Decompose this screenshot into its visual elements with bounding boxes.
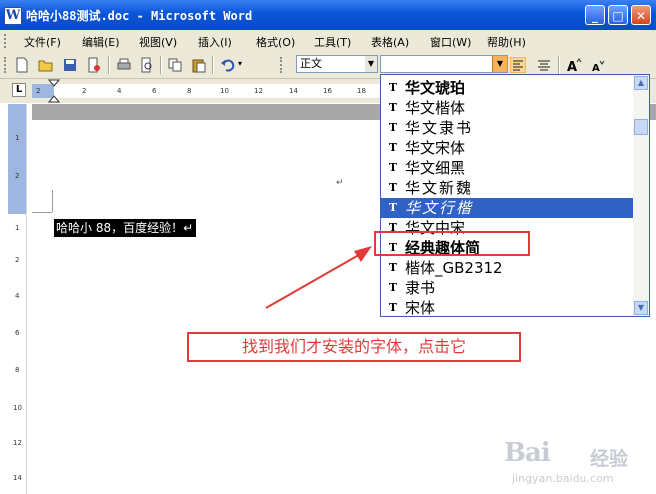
- close-button[interactable]: ✕: [631, 5, 651, 25]
- paragraph-mark: ↵: [336, 178, 344, 188]
- menu-table[interactable]: 表格(A): [371, 34, 409, 50]
- font-list-scrollbar[interactable]: ▲ ▼: [633, 75, 649, 316]
- truetype-icon: T: [388, 101, 398, 114]
- scroll-thumb[interactable]: [634, 119, 648, 135]
- vruler-tick: 14: [13, 474, 22, 482]
- copy-icon[interactable]: [167, 57, 183, 73]
- vruler-tick: 10: [13, 404, 22, 412]
- watermark-brand: Bai: [504, 438, 551, 468]
- truetype-icon: T: [388, 121, 398, 134]
- truetype-icon: T: [388, 161, 398, 174]
- baidu-watermark: Bai 经验 jingyan.baidu.com: [498, 438, 656, 494]
- permission-icon[interactable]: [86, 57, 102, 73]
- truetype-icon: T: [388, 141, 398, 154]
- print-icon[interactable]: [116, 57, 132, 73]
- font-item-huawen-songti[interactable]: T 华文宋体: [381, 138, 633, 158]
- font-item-lishu[interactable]: T 隶书: [381, 278, 633, 298]
- new-document-icon[interactable]: [14, 57, 30, 73]
- font-combo-arrow-icon[interactable]: ▼: [492, 56, 507, 72]
- svg-text:A: A: [567, 60, 577, 73]
- hruler-tick: 10: [220, 87, 229, 95]
- truetype-icon: T: [388, 201, 398, 214]
- hruler-tick: 12: [254, 87, 263, 95]
- vruler-tick: 2: [15, 172, 20, 180]
- hruler-tick: 8: [187, 87, 192, 95]
- style-combo-arrow-icon[interactable]: ▼: [365, 56, 377, 72]
- menu-format[interactable]: 格式(O): [256, 34, 295, 50]
- paste-icon[interactable]: [191, 57, 207, 73]
- scroll-up-icon[interactable]: ▲: [634, 76, 648, 90]
- align-center-icon[interactable]: [536, 57, 552, 73]
- svg-text:A: A: [592, 63, 600, 73]
- grow-font-icon[interactable]: A: [566, 57, 582, 73]
- truetype-icon: T: [388, 181, 398, 194]
- hruler-tick: 2: [82, 87, 87, 95]
- word-app-icon[interactable]: W: [4, 7, 22, 25]
- menu-edit[interactable]: 编辑(E): [82, 34, 120, 50]
- hruler-tick: 6: [152, 87, 157, 95]
- style-combo[interactable]: 正文 ▼: [296, 55, 378, 73]
- menu-file[interactable]: 文件(F): [24, 34, 61, 50]
- toolbar-grip[interactable]: [4, 57, 8, 73]
- window-title: 哈哈小88测试.doc - Microsoft Word: [26, 9, 253, 23]
- truetype-icon: T: [388, 301, 398, 314]
- font-item-huawen-xihei[interactable]: T 华文细黑: [381, 158, 633, 178]
- font-combo[interactable]: ▼: [380, 55, 508, 73]
- font-item-huawen-lishu[interactable]: T 华文隶书: [381, 118, 633, 138]
- font-item-huawen-kaiti[interactable]: T 华文楷体: [381, 98, 633, 118]
- menu-window[interactable]: 窗口(W): [430, 34, 471, 50]
- truetype-icon: T: [388, 281, 398, 294]
- maximize-button[interactable]: □: [608, 5, 628, 25]
- title-bar: W 哈哈小88测试.doc - Microsoft Word _ □ ✕: [0, 0, 656, 30]
- save-icon[interactable]: [62, 57, 78, 73]
- print-preview-icon[interactable]: [139, 57, 155, 73]
- menubar-grip[interactable]: [4, 34, 9, 48]
- truetype-icon: T: [388, 261, 398, 274]
- open-folder-icon[interactable]: [38, 57, 54, 73]
- menu-help[interactable]: 帮助(H): [487, 34, 526, 50]
- vruler-tick: 2: [15, 256, 20, 264]
- truetype-icon: T: [388, 81, 398, 94]
- font-item-huawen-hupo[interactable]: T 华文琥珀: [381, 78, 633, 98]
- font-dropdown-list[interactable]: T 华文琥珀 T 华文楷体 T 华文隶书 T 华文宋体 T 华文细黑 T 华文新魏 T 华文行…: [380, 74, 650, 317]
- undo-icon[interactable]: [220, 57, 236, 73]
- hruler-tick: 14: [289, 87, 298, 95]
- indent-marker-icon[interactable]: [48, 79, 60, 103]
- watermark-jingyan: 经验: [590, 448, 629, 470]
- horizontal-ruler[interactable]: 2 2 4 6 8 10 12 14 16 18: [32, 79, 382, 103]
- highlight-box: [374, 231, 530, 256]
- format-toolbar-grip[interactable]: [280, 57, 284, 73]
- vruler-tick: 1: [15, 224, 20, 232]
- font-item-huawen-xinwei[interactable]: T 华文新魏: [381, 178, 633, 198]
- undo-dropdown-icon[interactable]: ▾: [238, 59, 242, 68]
- font-item-huawen-xingkai[interactable]: T 华文行楷: [381, 198, 633, 218]
- shrink-font-icon[interactable]: A: [590, 57, 606, 73]
- menu-view[interactable]: 视图(V): [139, 34, 177, 50]
- menu-tools[interactable]: 工具(T): [314, 34, 351, 50]
- hruler-tick: 2: [36, 87, 41, 95]
- vruler-tick: 12: [13, 439, 22, 447]
- hruler-tick: 18: [357, 87, 366, 95]
- hruler-tick: 16: [323, 87, 332, 95]
- annotation-callout: 找到我们才安装的字体，点击它: [187, 332, 521, 362]
- vruler-tick: 6: [15, 329, 20, 337]
- hruler-tick: 4: [117, 87, 122, 95]
- font-item-kaiti-gb2312[interactable]: T 楷体_GB2312: [381, 258, 633, 278]
- watermark-url: jingyan.baidu.com: [512, 472, 614, 485]
- font-item-songti[interactable]: T 宋体: [381, 298, 633, 316]
- scroll-down-icon[interactable]: ▼: [634, 301, 648, 315]
- vruler-tick: 1: [15, 134, 20, 142]
- vruler-tick: 4: [15, 292, 20, 300]
- style-combo-value: 正文: [300, 57, 322, 70]
- tab-selector[interactable]: L: [12, 83, 26, 97]
- vruler-tick: 8: [15, 366, 20, 374]
- menu-bar: 文件(F) 编辑(E) 视图(V) 插入(I) 格式(O) 工具(T) 表格(A…: [0, 30, 656, 53]
- menu-insert[interactable]: 插入(I): [198, 34, 232, 50]
- selected-text[interactable]: 哈哈小 88，百度经验！↵: [54, 219, 197, 237]
- align-left-icon[interactable]: [510, 57, 526, 73]
- minimize-button[interactable]: _: [585, 5, 605, 25]
- vertical-ruler[interactable]: 1 2 1 2 4 6 8 10 12 14: [8, 104, 27, 494]
